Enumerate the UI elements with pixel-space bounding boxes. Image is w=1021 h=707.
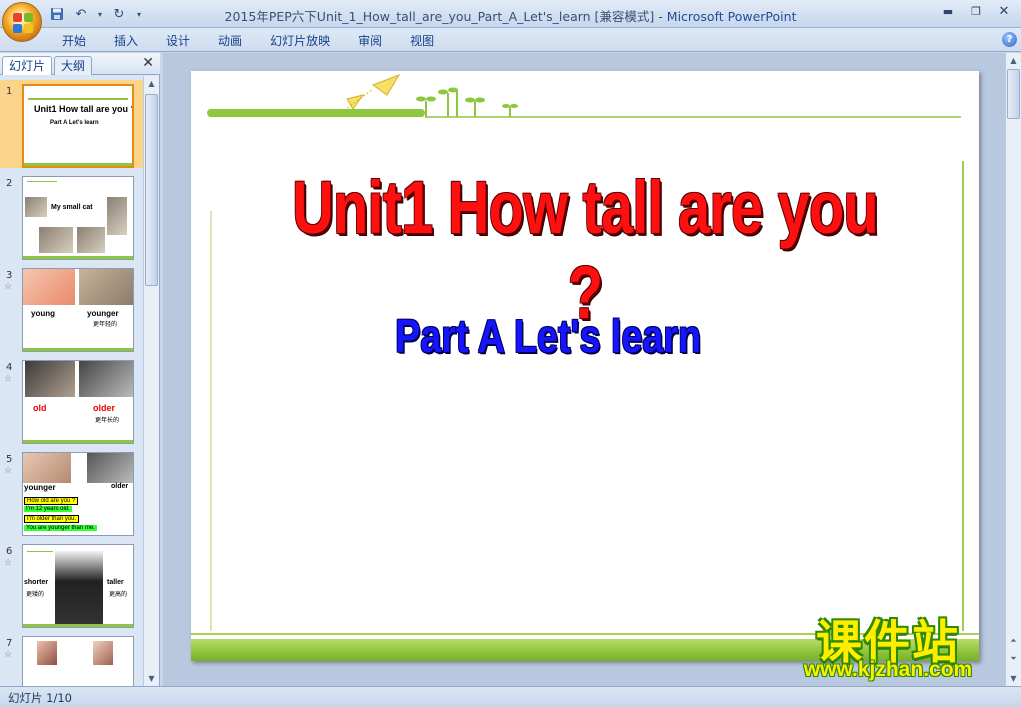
thumb-word-1: younger [24, 483, 56, 492]
scroll-down-icon[interactable]: ▼ [144, 671, 159, 686]
thumbnail-preview: Unit1 How tall are you ? Part A Let's le… [22, 84, 134, 168]
slide-thumbnail-2[interactable]: 2 My small cat [0, 172, 143, 260]
document-title: 2015年PEP六下Unit_1_How_tall_are_you_Part_A… [224, 9, 667, 24]
watermark-url: www.kjzhan.com [803, 658, 973, 681]
title-bar: ↶ ▾ ↻ ▾ 2015年PEP六下Unit_1_How_tall_are_yo… [0, 0, 1021, 28]
ribbon-tab-bar: 开始 插入 设计 动画 幻灯片放映 审阅 视图 ? [0, 28, 1021, 52]
thumb-word-2: older [93, 403, 116, 413]
animation-star-icon: ☆ [4, 558, 13, 568]
tab-slide-show[interactable]: 幻灯片放映 [256, 32, 344, 50]
tab-review[interactable]: 审阅 [344, 32, 396, 50]
scroll-thumb[interactable] [145, 94, 158, 286]
animation-star-icon: ☆ [4, 374, 13, 384]
thumbnail-list: 1 Unit1 How tall are you ? Part A Let's … [0, 76, 143, 686]
thumbnail-preview: shorter 更矮的 taller 更高的 [22, 544, 134, 628]
panel-tabs: 幻灯片 大纲 ✕ [0, 53, 160, 75]
scroll-up-icon[interactable]: ▲ [144, 76, 159, 91]
editor-scrollbar[interactable]: ▲ ⏶ ⏷ ▼ [1005, 53, 1021, 686]
slide-number: 7 [6, 638, 13, 649]
thumbnail-preview: old older 更年长的 [22, 360, 134, 444]
window-controls: ▬ ❐ ✕ [935, 2, 1017, 20]
app-name: Microsoft PowerPoint [666, 9, 797, 24]
animation-star-icon: ☆ [4, 282, 13, 292]
tab-slides[interactable]: 幻灯片 [2, 56, 53, 75]
tab-home[interactable]: 开始 [48, 32, 100, 50]
slide-counter: 幻灯片 1/10 [8, 691, 72, 705]
thumb-line-3: I'm older than you. [24, 515, 80, 523]
thumb-title: Unit1 How tall are you ? [34, 104, 134, 114]
thumbnail-preview: younger older How old are you ? I'm 12 y… [22, 452, 134, 536]
scroll-down-icon[interactable]: ▼ [1006, 671, 1021, 686]
previous-slide-icon[interactable]: ⏶ [1006, 633, 1021, 648]
thumb-word-2: taller [107, 579, 124, 586]
thumb-line-1: How old are you ? [24, 497, 79, 505]
thumb-caption-2: 更年轻的 [93, 322, 118, 328]
slide-thumbnail-1[interactable]: 1 Unit1 How tall are you ? Part A Let's … [0, 80, 143, 168]
thumb-word-1: young [31, 309, 55, 318]
animation-star-icon: ☆ [4, 466, 13, 476]
thumbnail-preview: young younger 更年轻的 [22, 268, 134, 352]
close-icon[interactable]: ✕ [991, 2, 1017, 20]
window-title: 2015年PEP六下Unit_1_How_tall_are_you_Part_A… [0, 6, 1021, 25]
slide-thumbnail-6[interactable]: 6 ☆ shorter 更矮的 taller 更高的 [0, 540, 143, 628]
slide-number: 5 [6, 454, 13, 465]
thumb-line-4: You are younger than me. [24, 525, 97, 531]
slide-number: 6 [6, 546, 13, 557]
slide-number: 3 [6, 270, 13, 281]
tab-animations[interactable]: 动画 [204, 32, 256, 50]
current-slide[interactable]: Unit1 How tall are you ? Part A Let's le… [191, 71, 979, 661]
thumb-subtitle: Part A Let's learn [50, 120, 99, 126]
slide-number: 2 [6, 178, 13, 189]
thumb-word-1: old [33, 403, 47, 413]
thumb-line-2: I'm 12 years old. [24, 506, 72, 512]
thumb-caption-1: 更矮的 [26, 592, 45, 598]
next-slide-icon[interactable]: ⏷ [1006, 651, 1021, 666]
thumbnail-preview: My small cat [22, 176, 134, 260]
thumbnail-scrollbar[interactable]: ▲ ▼ [143, 76, 159, 686]
thumb-caption-2: 更高的 [109, 592, 128, 598]
tab-design[interactable]: 设计 [152, 32, 204, 50]
thumbnail-preview [22, 636, 134, 686]
slides-panel: 幻灯片 大纲 ✕ 1 Unit1 How tall are you ? Part… [0, 53, 160, 686]
slide-subtitle[interactable]: Part A Let's learn [262, 309, 908, 363]
tab-view[interactable]: 视图 [396, 32, 448, 50]
slide-thumbnail-3[interactable]: 3 ☆ young younger 更年轻的 [0, 264, 143, 352]
tab-insert[interactable]: 插入 [100, 32, 152, 50]
slide-thumbnail-4[interactable]: 4 ☆ old older 更年长的 [0, 356, 143, 444]
slide-thumbnail-7[interactable]: 7 ☆ [0, 632, 143, 686]
scroll-up-icon[interactable]: ▲ [1006, 53, 1021, 68]
help-icon[interactable]: ? [1002, 32, 1017, 47]
thumb-word-2: younger [87, 309, 119, 318]
ribbon-tabs: 开始 插入 设计 动画 幻灯片放映 审阅 视图 [48, 32, 448, 50]
status-bar: 幻灯片 1/10 [0, 686, 1021, 707]
watermark: 课件站 www.kjzhan.com [770, 606, 1006, 686]
scroll-thumb[interactable] [1007, 69, 1020, 119]
slide-thumbnail-5[interactable]: 5 ☆ younger older How old are you ? I'm … [0, 448, 143, 536]
thumb-word-2: older [111, 483, 129, 490]
thumb-caption-2: 更年长的 [95, 418, 120, 424]
slide-number: 4 [6, 362, 13, 373]
minimize-icon[interactable]: ▬ [935, 2, 961, 20]
slide-side-decoration [210, 161, 964, 631]
close-panel-icon[interactable]: ✕ [142, 55, 154, 71]
slide-editor: Unit1 How tall are you ? Part A Let's le… [163, 53, 1005, 686]
office-logo-icon [13, 13, 33, 33]
tab-outline[interactable]: 大纲 [54, 56, 93, 75]
animation-star-icon: ☆ [4, 650, 13, 660]
restore-icon[interactable]: ❐ [963, 2, 989, 20]
office-button[interactable] [2, 2, 42, 42]
thumb-word-1: shorter [24, 579, 49, 586]
slide-number: 1 [6, 86, 13, 97]
thumb-text: My small cat [51, 204, 93, 211]
